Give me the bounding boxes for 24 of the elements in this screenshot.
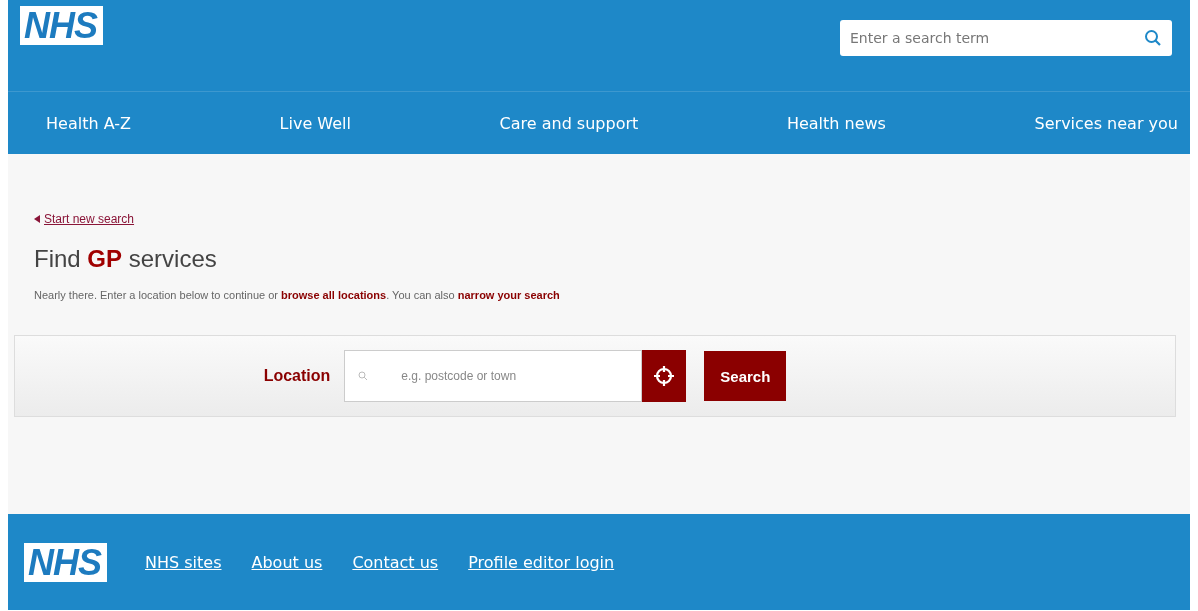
nav-link[interactable]: Live Well xyxy=(279,113,351,133)
location-label: Location xyxy=(263,367,331,385)
nhs-logo: NHS xyxy=(24,542,107,582)
start-new-search-link[interactable]: Start new search xyxy=(44,212,135,226)
nav-link[interactable]: Health news xyxy=(786,113,886,133)
crosshair-icon xyxy=(653,365,676,387)
footer-link[interactable]: Profile editor login xyxy=(468,552,615,572)
locate-me-button[interactable] xyxy=(642,350,687,402)
nhs-logo: NHS xyxy=(20,6,103,45)
left-triangle-icon xyxy=(34,215,40,223)
search-icon xyxy=(358,371,369,381)
search-icon[interactable] xyxy=(1144,29,1162,47)
footer-link[interactable]: NHS sites xyxy=(145,552,222,572)
nav-link[interactable]: Health A-Z xyxy=(46,113,131,133)
footer-link[interactable]: About us xyxy=(251,552,323,572)
search-button[interactable]: Search xyxy=(704,351,787,401)
nav-link[interactable]: Care and support xyxy=(499,113,639,133)
intro-link[interactable]: narrow your search xyxy=(457,289,560,301)
page-heading: Find GP services xyxy=(34,245,218,273)
intro-text: Nearly there. Enter a location below to continue or browse all locations. You can also narrow your search xyxy=(34,289,561,301)
footer-link[interactable]: Contact us xyxy=(352,552,439,572)
search-field[interactable]: Enter a search term xyxy=(840,20,1172,56)
location-field[interactable]: e.g. postcode or town xyxy=(344,350,643,402)
nav-link[interactable]: Services near you xyxy=(1034,113,1178,133)
